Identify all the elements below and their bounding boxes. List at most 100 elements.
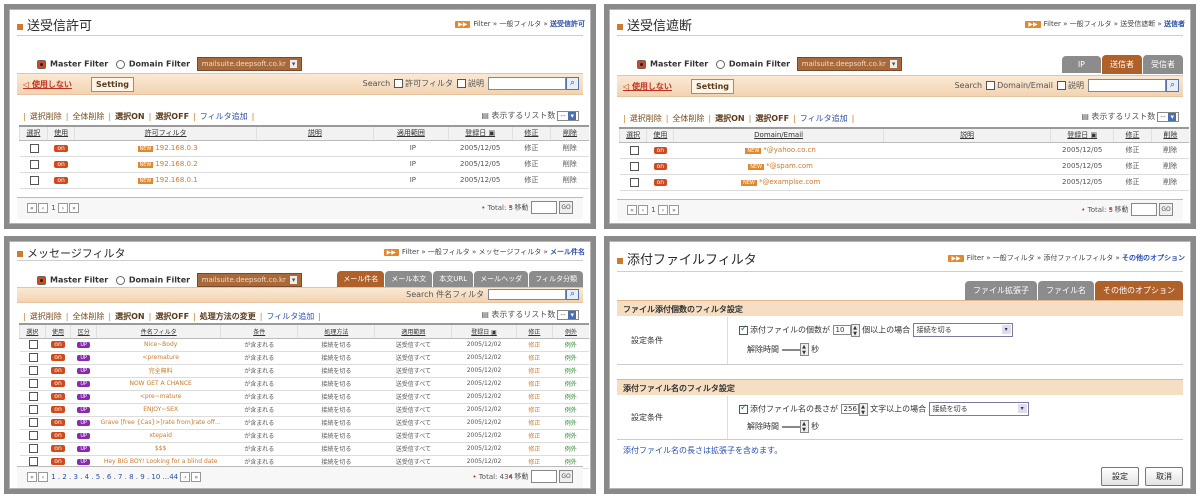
row-checkbox[interactable] bbox=[629, 161, 639, 171]
search-input[interactable] bbox=[1088, 79, 1166, 92]
exception-link[interactable]: 例外 bbox=[565, 407, 577, 414]
edit-link[interactable]: 修正 bbox=[512, 156, 551, 173]
col-date[interactable]: 登録日 ▣ bbox=[1050, 127, 1114, 143]
col-filter[interactable]: 件名フィルタ bbox=[96, 323, 221, 339]
edit-link[interactable]: 修正 bbox=[528, 355, 540, 362]
select-off-link[interactable]: 選択OFF bbox=[155, 312, 189, 321]
select-off-link[interactable]: 選択OFF bbox=[155, 112, 189, 121]
filter-value[interactable]: NOW GET A CHANCE bbox=[129, 380, 191, 387]
page-number[interactable]: 1 bbox=[51, 204, 55, 212]
filter-value[interactable]: <premature bbox=[142, 354, 179, 361]
apply-button[interactable]: 設定 bbox=[1101, 467, 1139, 486]
row-checkbox[interactable] bbox=[28, 392, 38, 401]
exception-link[interactable]: 例外 bbox=[565, 394, 577, 401]
exception-link[interactable]: 例外 bbox=[565, 342, 577, 349]
exception-link[interactable]: 例外 bbox=[565, 368, 577, 375]
master-filter-radio[interactable] bbox=[37, 275, 46, 285]
edit-link[interactable]: 修正 bbox=[528, 381, 540, 388]
delete-all-link[interactable]: 全体削除 bbox=[72, 112, 104, 121]
filename-action-select[interactable]: 接続を切る ▾ bbox=[928, 402, 1029, 416]
filter-value[interactable]: Grave [free {Cas}>]rate from]rate off... bbox=[101, 419, 221, 426]
on-badge[interactable]: on bbox=[51, 458, 65, 465]
edit-link[interactable]: 修正 bbox=[528, 407, 540, 414]
search-domain-checkbox[interactable] bbox=[986, 81, 996, 90]
setting-button[interactable]: Setting bbox=[91, 77, 134, 92]
on-badge[interactable]: on bbox=[54, 145, 68, 152]
search-input[interactable] bbox=[488, 289, 566, 300]
row-checkbox[interactable] bbox=[629, 177, 639, 187]
edit-link[interactable]: 修正 bbox=[528, 446, 540, 453]
edit-link[interactable]: 修正 bbox=[1113, 174, 1152, 191]
tab-sender[interactable]: 送信者 bbox=[1102, 55, 1142, 74]
master-filter-radio[interactable] bbox=[637, 59, 646, 69]
domain-filter-radio[interactable] bbox=[115, 59, 125, 69]
on-badge[interactable]: on bbox=[54, 177, 68, 184]
on-badge[interactable]: on bbox=[54, 161, 68, 168]
col-cond[interactable]: 条件 bbox=[220, 323, 298, 339]
on-badge[interactable]: on bbox=[51, 406, 65, 413]
delete-link[interactable]: 削除 bbox=[550, 172, 589, 189]
tab-category[interactable]: フィルタ分類 bbox=[529, 271, 583, 287]
on-badge[interactable]: on bbox=[51, 419, 65, 426]
count-spinner-icon[interactable]: ▲ ▼ bbox=[850, 323, 860, 337]
edit-link[interactable]: 修正 bbox=[512, 140, 551, 157]
filename-length-checkbox[interactable] bbox=[739, 403, 748, 414]
add-filter-link[interactable]: フィルタ追加 bbox=[800, 114, 848, 123]
edit-link[interactable]: 修正 bbox=[1113, 158, 1152, 175]
last-page-icon[interactable]: » bbox=[191, 472, 202, 482]
edit-link[interactable]: 修正 bbox=[1113, 142, 1152, 159]
delete-link[interactable]: 削除 bbox=[550, 140, 589, 157]
row-checkbox[interactable] bbox=[28, 405, 38, 414]
on-badge[interactable]: on bbox=[51, 341, 65, 348]
select-delete-link[interactable]: 選択削除 bbox=[630, 114, 662, 123]
row-checkbox[interactable] bbox=[28, 431, 38, 440]
select-on-link[interactable]: 選択ON bbox=[115, 112, 145, 121]
select-on-link[interactable]: 選択ON bbox=[715, 114, 745, 123]
delete-link[interactable]: 削除 bbox=[1151, 174, 1189, 191]
search-desc-checkbox[interactable] bbox=[1057, 81, 1066, 90]
select-delete-link[interactable]: 選択削除 bbox=[30, 112, 62, 121]
search-icon[interactable]: ⌕ bbox=[566, 77, 579, 90]
edit-link[interactable]: 修正 bbox=[528, 459, 540, 466]
edit-link[interactable]: 修正 bbox=[528, 368, 540, 375]
edit-link[interactable]: 修正 bbox=[528, 433, 540, 440]
select-off-link[interactable]: 選択OFF bbox=[755, 114, 789, 123]
page-numbers[interactable]: 1 . 2 . 3 . 4 . 5 . 6 . 7 . 8 . 9 . 10 .… bbox=[51, 473, 178, 481]
tab-other-options[interactable]: その他のオプション bbox=[1095, 281, 1183, 300]
list-count-select[interactable]: -- ▾ bbox=[557, 110, 579, 121]
edit-link[interactable]: 修正 bbox=[528, 394, 540, 401]
first-page-icon[interactable]: « bbox=[627, 205, 637, 215]
edit-link[interactable]: 修正 bbox=[528, 420, 540, 427]
tab-subject[interactable]: メール件名 bbox=[337, 271, 385, 287]
row-checkbox[interactable] bbox=[28, 418, 38, 427]
prev-page-icon[interactable]: ‹ bbox=[38, 472, 48, 482]
row-checkbox[interactable] bbox=[29, 143, 39, 153]
attach-count-input[interactable]: 10 bbox=[832, 325, 851, 335]
row-checkbox[interactable] bbox=[28, 444, 38, 453]
on-badge[interactable]: on bbox=[653, 179, 668, 186]
col-date[interactable]: 登録日 ▣ bbox=[451, 323, 517, 339]
col-email[interactable]: Domain/Email bbox=[673, 127, 884, 143]
row-checkbox[interactable] bbox=[28, 353, 38, 362]
col-filter[interactable]: 許可フィルタ bbox=[74, 125, 257, 141]
last-page-icon[interactable]: » bbox=[68, 203, 79, 213]
search-input[interactable] bbox=[488, 77, 566, 90]
filter-value[interactable]: Hey BIG BOY! Looking for a blind date bbox=[104, 458, 218, 465]
setting-button[interactable]: Setting bbox=[691, 79, 734, 94]
release-time-input[interactable] bbox=[781, 425, 800, 428]
filter-value[interactable]: ENJOY~SEX bbox=[143, 406, 178, 413]
row-checkbox[interactable] bbox=[28, 366, 38, 375]
filter-value[interactable]: 192.168.0.2 bbox=[155, 160, 197, 168]
on-badge[interactable]: on bbox=[51, 380, 65, 387]
on-badge[interactable]: on bbox=[51, 393, 65, 400]
use-toggle[interactable]: ◁ 使用しない bbox=[623, 81, 672, 92]
on-badge[interactable]: on bbox=[51, 445, 65, 452]
row-checkbox[interactable] bbox=[629, 145, 639, 155]
filter-value[interactable]: Nice~Body bbox=[144, 341, 177, 348]
attach-count-action-select[interactable]: 接続を切る ▾ bbox=[912, 323, 1013, 337]
row-checkbox[interactable] bbox=[29, 175, 39, 185]
col-method[interactable]: 処理方法 bbox=[297, 323, 375, 339]
tab-header[interactable]: メールヘッダ bbox=[474, 271, 529, 287]
attach-count-checkbox[interactable] bbox=[739, 324, 748, 335]
filter-value[interactable]: $$$ bbox=[155, 445, 166, 452]
